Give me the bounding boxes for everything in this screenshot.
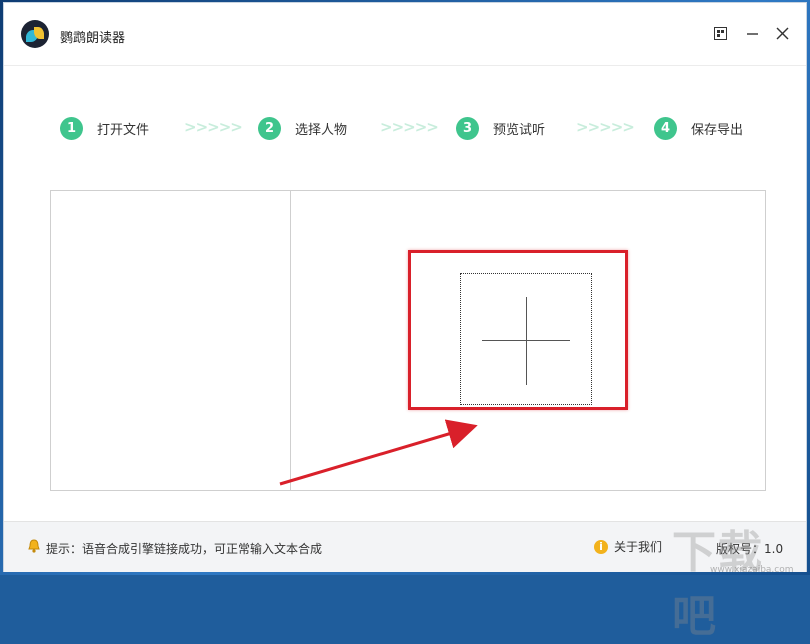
step-label: 保存导出 — [691, 123, 744, 138]
app-title: 鹦鹉朗读器 — [60, 31, 126, 46]
step-label: 预览试听 — [493, 123, 546, 138]
status-hint: 提示：语音合成引擎链接成功，可正常输入文本合成 — [46, 542, 323, 556]
bell-icon — [28, 539, 40, 553]
step-label: 打开文件 — [97, 123, 150, 138]
step-save-export[interactable]: 4 保存导出 — [654, 117, 743, 140]
step-number: 4 — [654, 117, 677, 140]
restore-button[interactable] — [710, 23, 730, 43]
step-number: 1 — [60, 117, 83, 140]
minus-icon — [746, 32, 758, 35]
info-icon: i — [594, 539, 608, 554]
close-icon — [776, 27, 788, 39]
watermark-url: www.xiazaiba.com — [710, 565, 794, 575]
about-label: 关于我们 — [614, 540, 663, 554]
step-select-voice[interactable]: 2 选择人物 — [258, 117, 347, 140]
close-button[interactable] — [772, 23, 792, 43]
step-label: 选择人物 — [295, 123, 348, 138]
add-file-dropzone[interactable] — [460, 273, 592, 405]
step-separator: >>>>> — [184, 118, 243, 136]
step-number: 2 — [258, 117, 281, 140]
step-preview[interactable]: 3 预览试听 — [456, 117, 545, 140]
minimize-button[interactable] — [742, 23, 762, 43]
grid-icon — [713, 26, 727, 40]
watermark: 下载吧 — [672, 527, 764, 642]
step-wizard: 1 打开文件 >>>>> 2 选择人物 >>>>> 3 预览试听 >>>>> 4… — [4, 65, 806, 185]
title-bar: 鹦鹉朗读器 — [4, 3, 806, 66]
step-separator: >>>>> — [380, 118, 439, 136]
app-window: 鹦鹉朗读器 1 打开文件 >>>>> 2 选择人物 >>>>> 3 预览试听 >… — [4, 3, 806, 642]
step-number: 3 — [456, 117, 479, 140]
file-list-pane — [51, 191, 291, 490]
parrot-logo-icon — [21, 20, 49, 48]
about-us-link[interactable]: i 关于我们 — [594, 538, 662, 555]
plus-icon-vertical — [526, 297, 527, 385]
step-open-file[interactable]: 1 打开文件 — [60, 117, 149, 140]
step-separator: >>>>> — [576, 118, 635, 136]
